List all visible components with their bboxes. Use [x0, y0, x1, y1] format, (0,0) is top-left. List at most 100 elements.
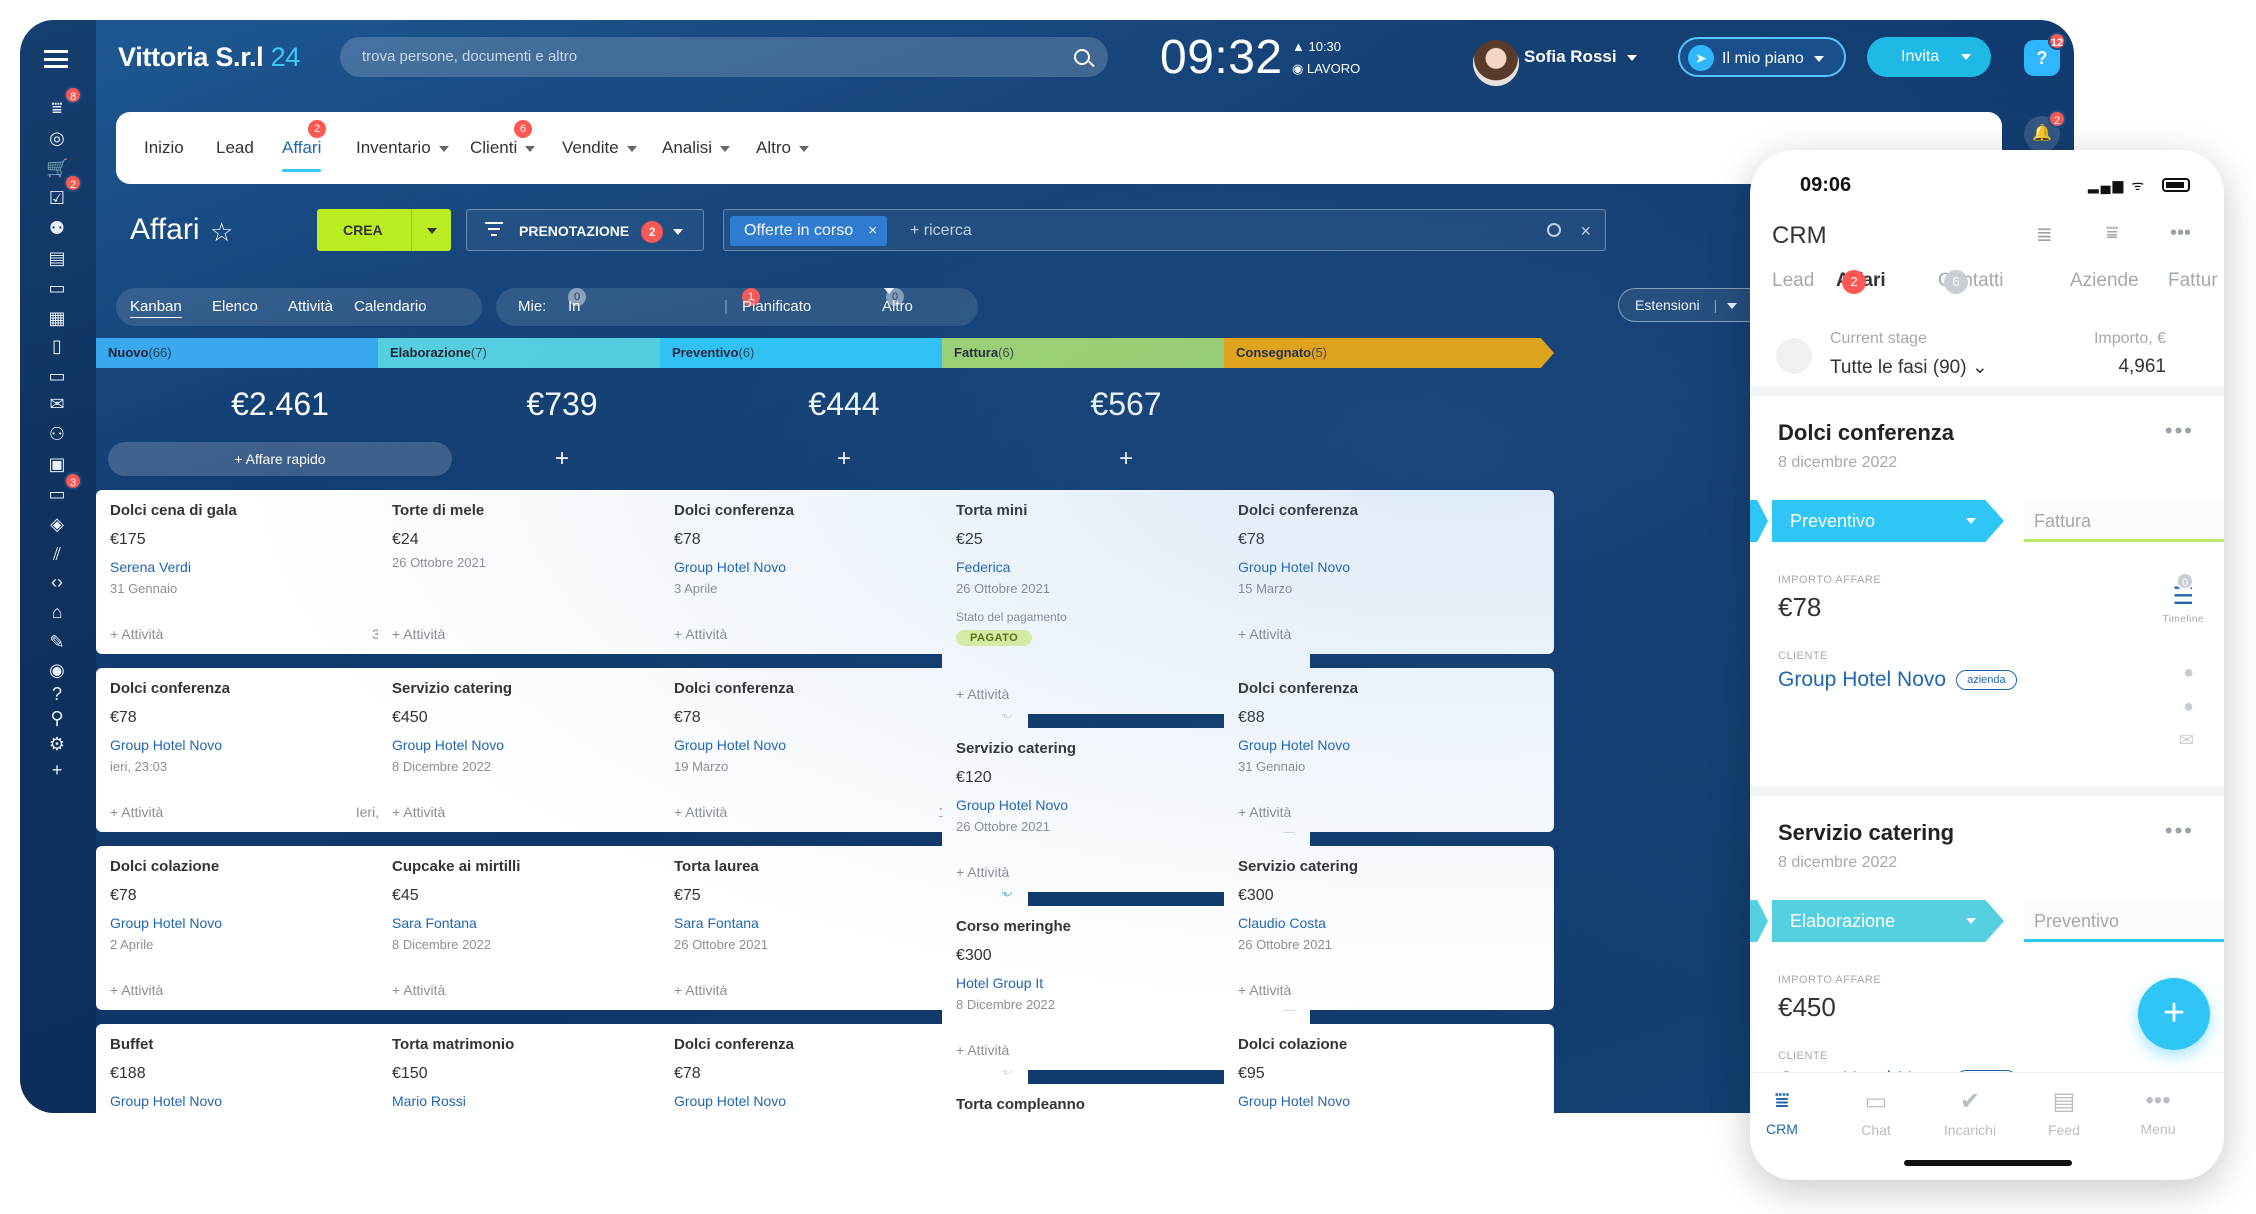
- pipeline-filter-button[interactable]: PRENOTAZIONE 2: [466, 209, 704, 251]
- current-stage-button[interactable]: Preventivo: [1772, 500, 2004, 542]
- add-activity-link[interactable]: + Attività: [956, 864, 1009, 880]
- bell-icon[interactable]: 🔔 2: [2024, 110, 2066, 152]
- current-stage-button[interactable]: Elaborazione: [1772, 900, 2004, 942]
- star-icon[interactable]: ☆: [210, 217, 233, 248]
- search-icon[interactable]: [1547, 223, 1561, 237]
- deal-client[interactable]: Group Hotel Novo: [1238, 1093, 1540, 1109]
- view-tab-attività[interactable]: Attività: [288, 288, 333, 326]
- deal-title[interactable]: Dolci conferenza: [1238, 502, 1540, 519]
- add-activity-link[interactable]: + Attività: [674, 982, 727, 998]
- group-icon[interactable]: ⚇: [46, 424, 68, 444]
- nav-lead[interactable]: Lead: [216, 112, 254, 184]
- target-icon[interactable]: ◎: [46, 128, 68, 148]
- box-icon[interactable]: ◈: [46, 514, 68, 534]
- more-icon[interactable]: •••: [2170, 222, 2191, 245]
- activity-icon[interactable]: ≣: [2036, 222, 2053, 247]
- stage-summary[interactable]: Current stage Tutte le fasi (90) ⌄ Impor…: [1750, 318, 2224, 394]
- nav-altro[interactable]: Altro: [756, 112, 809, 184]
- add-activity-link[interactable]: + Attività: [1238, 982, 1291, 998]
- add-button[interactable]: +: [2138, 978, 2210, 1050]
- funnel-icon[interactable]: ⩸: [46, 98, 68, 118]
- add-activity-link[interactable]: + Attività: [392, 626, 445, 642]
- deal-client[interactable]: Group Hotel Novo: [1238, 559, 1540, 575]
- mail-icon[interactable]: ✉: [2179, 730, 2194, 751]
- add-activity-link[interactable]: + Attività: [674, 626, 727, 642]
- deal-card[interactable]: Dolci colazione€95Group Hotel Novo26 Ott…: [1224, 1024, 1554, 1113]
- deal-card[interactable]: Dolci conferenza €78 Group Hotel Novo 15 Ma…: [1224, 490, 1554, 654]
- filter-chip[interactable]: Offerte in corso ×: [730, 216, 888, 246]
- add-activity-link[interactable]: + Attività: [110, 804, 163, 820]
- code-icon[interactable]: ‹›: [46, 572, 68, 592]
- extensions-button[interactable]: Estensioni |: [1618, 288, 1766, 322]
- view-tab-calendario[interactable]: Calendario: [354, 288, 427, 326]
- phone-deal-title[interactable]: Dolci conferenza: [1778, 420, 1954, 446]
- add-activity-link[interactable]: + Attività: [1238, 804, 1291, 820]
- nav-inventario[interactable]: Inventario: [356, 112, 449, 184]
- more-icon[interactable]: •••: [2165, 418, 2194, 444]
- nav-vendite[interactable]: Vendite: [562, 112, 637, 184]
- phone-nav-feed[interactable]: ▤ Feed: [2024, 1087, 2104, 1138]
- cart-icon[interactable]: 🛒: [46, 158, 68, 178]
- server-icon[interactable]: ▭: [46, 366, 68, 386]
- create-button[interactable]: CREA: [317, 209, 451, 251]
- checkbox-icon[interactable]: ☑: [46, 188, 68, 208]
- nav-clienti[interactable]: Clienti 6: [470, 112, 536, 184]
- settings-icon[interactable]: ⚙: [46, 734, 68, 754]
- view-tab-elenco[interactable]: Elenco: [212, 288, 258, 326]
- column-header[interactable]: Consegnato(5): [1224, 338, 1554, 368]
- chat-icon[interactable]: ▭: [46, 278, 68, 298]
- file-icon[interactable]: ▯: [46, 336, 68, 356]
- deal-client[interactable]: Claudio Costa: [1238, 915, 1540, 931]
- nav-affari[interactable]: Affari 2: [282, 112, 326, 184]
- phone-icon[interactable]: ●: [2183, 662, 2194, 683]
- nav-inizio[interactable]: Inizio: [144, 112, 184, 184]
- add-activity-link[interactable]: + Attività: [392, 982, 445, 998]
- my-plan-button[interactable]: ➤ Il mio piano: [1678, 37, 1846, 77]
- view-tab-kanban[interactable]: Kanban: [130, 288, 182, 326]
- add-activity-link[interactable]: + Attività: [674, 804, 727, 820]
- add-activity-link[interactable]: + Attività: [956, 686, 1009, 702]
- deal-title[interactable]: Servizio catering: [1238, 858, 1540, 875]
- invite-button[interactable]: Invita: [1867, 37, 1991, 77]
- company-name[interactable]: Vittoria S.r.l 24: [118, 42, 300, 73]
- add-activity-link[interactable]: + Attività: [110, 626, 163, 642]
- more-icon[interactable]: •••: [2165, 818, 2194, 844]
- workday-status[interactable]: ▲ 10:30 ◉ LAVORO: [1292, 36, 1360, 80]
- global-search-input[interactable]: trova persone, documenti e altro: [340, 37, 1108, 77]
- sitemap-icon[interactable]: ⚲: [46, 708, 68, 728]
- add-activity-link[interactable]: + Attività: [392, 804, 445, 820]
- nav-analisi[interactable]: Analisi: [662, 112, 731, 184]
- deal-title[interactable]: Dolci colazione: [1238, 1036, 1540, 1053]
- document-icon[interactable]: ▤: [46, 248, 68, 268]
- stage-value[interactable]: Tutte le fasi (90) ⌄: [1830, 356, 1988, 379]
- user-avatar[interactable]: [1473, 40, 1519, 86]
- slash-icon[interactable]: ⫽: [46, 544, 68, 564]
- inbox-icon[interactable]: ▭: [46, 484, 68, 504]
- deal-client[interactable]: Group Hotel Novo: [1238, 737, 1540, 753]
- chat-icon[interactable]: ●: [2183, 696, 2194, 717]
- filter-search-input[interactable]: Offerte in corso × + ricerca ×: [723, 209, 1606, 251]
- create-dropdown[interactable]: [411, 209, 451, 251]
- clock[interactable]: 09:32: [1160, 30, 1283, 85]
- check-circle-icon[interactable]: ◉: [46, 660, 68, 680]
- deal-title[interactable]: Dolci conferenza: [1238, 680, 1540, 697]
- clear-icon[interactable]: ×: [1580, 210, 1591, 252]
- people-icon[interactable]: ⚉: [46, 218, 68, 238]
- phone-nav-crm[interactable]: ⩸ CRM: [1750, 1087, 1822, 1137]
- phone-nav-incarichi[interactable]: ✔ Incarichi: [1930, 1087, 2010, 1138]
- filter-icon[interactable]: ⩸: [2106, 222, 2118, 245]
- deal-card[interactable]: Servizio catering €300 Claudio Costa 26 Ott…: [1224, 846, 1554, 1010]
- menu-icon[interactable]: [44, 50, 68, 68]
- calendar-icon[interactable]: ▦: [46, 308, 68, 328]
- help-circle-icon[interactable]: ?: [46, 684, 68, 704]
- phone-deal-title[interactable]: Servizio catering: [1778, 820, 1954, 846]
- phone-nav-menu[interactable]: ••• Menu: [2118, 1087, 2198, 1137]
- mail-icon[interactable]: ✉: [46, 394, 68, 414]
- id-card-icon[interactable]: ▣: [46, 454, 68, 474]
- add-activity-link[interactable]: + Attività: [956, 1042, 1009, 1058]
- add-activity-link[interactable]: + Attività: [110, 982, 163, 998]
- sign-icon[interactable]: ✎: [46, 632, 68, 652]
- store-icon[interactable]: ⌂: [46, 602, 68, 622]
- next-stage[interactable]: Preventivo: [2024, 900, 2224, 942]
- deal-client-link[interactable]: Group Hotel Novoazienda: [1778, 668, 2017, 692]
